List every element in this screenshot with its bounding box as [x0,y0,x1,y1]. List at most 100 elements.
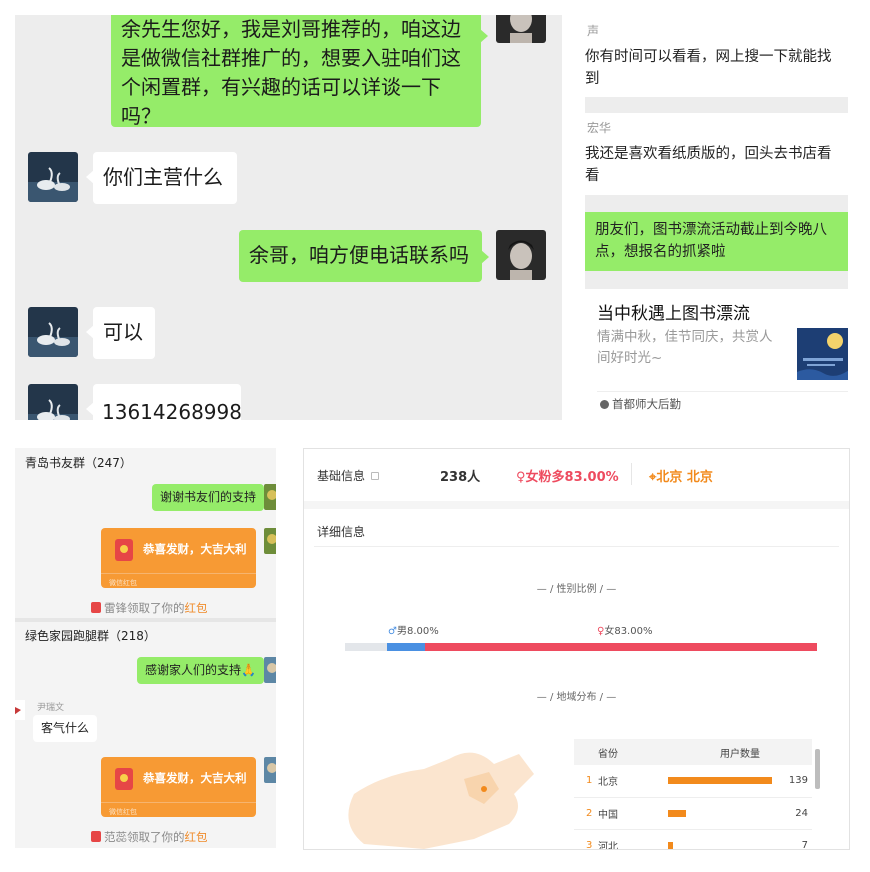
follower-count: 238人 [440,470,481,485]
my-avatar[interactable] [264,657,276,683]
column-header-users: 用户数量 [720,748,760,760]
table-row[interactable]: 2 中国 24 [574,797,812,829]
female-ratio-badge: ♀女粉多83.00% [516,466,619,485]
announcement-line: 点，想报名的抓紧啦 [595,244,726,260]
announcement-line: 朋友们，图书漂流活动截止到今晚八 [595,222,827,238]
row-bar-track [668,777,772,785]
gender-ratio-bar [345,643,817,651]
column-header-province: 省份 [598,748,618,760]
article-title: 当中秋遇上图书漂流 [597,304,750,324]
red-packet-icon [115,768,133,790]
chat-message-incoming[interactable]: 13614268998 [86,384,242,420]
fan-stats-panel: 基础信息 238人 ♀女粉多83.00% ⌖北京 北京 详细信息 — / 性别比… [303,448,850,850]
row-province: 北京 [598,777,618,789]
message-text: 13614268998 [102,400,242,420]
female-ratio-text: 女粉多83.00% [525,470,619,485]
chat-message-outgoing[interactable]: 谢谢书友们的支持 [152,484,265,511]
article-source[interactable]: 首都师大后勤 [600,396,681,412]
my-avatar[interactable] [264,757,276,783]
row-value-bar [668,841,674,849]
row-value: 139 [788,775,808,787]
row-value: 7 [801,839,808,850]
chat-message-outgoing[interactable]: 感谢家人们的支持🙏 [137,657,264,684]
china-map [324,734,574,849]
group-header[interactable]: 绿色家园跑腿群（218） [15,621,276,649]
message-text: 可以 [103,320,143,344]
red-packet[interactable]: 恭喜发财，大吉大利 微信红包 [101,757,256,817]
article-thumbnail[interactable] [797,328,848,380]
red-packet[interactable]: 恭喜发财，大吉大利 微信红包 [101,528,256,588]
chat-message-outgoing[interactable]: 余哥，咱方便电话联系吗 [239,230,489,282]
my-avatar[interactable] [496,15,546,43]
group-title: 绿色家园跑腿群（218） [25,629,156,643]
chat-message-incoming[interactable]: 你们主营什么 [86,152,237,204]
row-bar-track [668,809,772,817]
red-packet-icon [91,602,101,613]
contact-avatar[interactable] [28,152,78,202]
announcement-card[interactable]: 朋友们，图书漂流活动截止到今晚八 点，想报名的抓紧啦 [585,212,848,271]
comment-line: 你有时间可以看看，网上搜一下就能找 [585,49,832,65]
red-packet-notice: 范蕊领取了你的红包 [91,829,208,845]
article-description: 情满中秋，佳节同庆，共赏人 间好时光~ [597,327,773,369]
message-line: 余先生您好，我是刘哥推荐的，咱这边 [121,17,461,41]
message-text: 谢谢书友们的支持 [160,490,257,504]
male-legend: ♂男8.00% [388,622,439,637]
message-text: 你们主营什么 [103,165,223,189]
female-icon: ♀ [516,470,526,485]
message-line: 吗？ [121,104,161,128]
comment-line: 我还是喜欢看纸质版的，回头去书店看 [585,146,832,162]
message-text: 感谢家人们的支持🙏 [145,663,256,677]
red-packet-notice: 雷锋领取了你的红包 [91,600,208,616]
comment-card[interactable]: 宏华 我还是喜欢看纸质版的，回头去书店看 看 [585,113,848,195]
sender-avatar[interactable] [15,700,25,720]
male-icon: ♂ [388,626,397,637]
group-title: 青岛书友群（247） [25,456,132,470]
source-icon [600,400,609,409]
row-rank: 2 [586,807,593,819]
my-avatar[interactable] [496,230,546,280]
row-value-bar [668,777,772,785]
section-band [304,501,849,509]
comment-line: 到 [585,71,600,87]
comment-author: 宏华 [587,121,612,135]
female-segment [425,643,817,651]
region-table: 省份 用户数量 1 北京 139 2 中国 24 3 河北 7 [574,739,812,850]
row-province: 中国 [598,809,618,821]
contact-avatar[interactable] [28,307,78,357]
contact-avatar[interactable] [28,384,78,420]
notice-link[interactable]: 红包 [185,830,208,844]
chat-message-outgoing[interactable]: 余先生您好，我是刘哥推荐的，咱这边 是做微信社群推广的，想要入驻咱们这 个闲置群… [111,15,488,128]
table-row[interactable]: 3 河北 7 [574,829,812,850]
group-header[interactable]: 青岛书友群（247） [15,448,276,476]
row-value-bar [668,809,686,817]
my-avatar[interactable] [264,528,276,554]
comment-card[interactable]: 声 你有时间可以看看，网上搜一下就能找 到 [585,15,848,97]
row-rank: 3 [586,839,593,850]
comment-text: 你有时间可以看看，网上搜一下就能找 到 [585,46,832,90]
male-ratio-label: 男8.00% [396,626,439,637]
chat-message-incoming[interactable]: 可以 [86,307,155,359]
red-packet-label: 微信红包 [109,808,137,816]
moments-feed: 声 你有时间可以看看，网上搜一下就能找 到 宏华 我还是喜欢看纸质版的，回头去书… [585,15,848,420]
article-source-name: 首都师大后勤 [612,397,681,411]
red-packet-divider [101,573,256,574]
region-section-title: — / 地域分布 / — [536,692,617,703]
chat-message-incoming[interactable]: 客气什么 [33,715,98,742]
table-row[interactable]: 1 北京 139 [574,765,812,797]
article-card[interactable]: 当中秋遇上图书漂流 情满中秋，佳节同庆，共赏人 间好时光~ 首都师大后勤 [585,289,848,420]
message-line: 是做微信社群推广的，想要入驻咱们这 [121,46,461,70]
notice-text: 雷锋领取了你的 [104,601,185,615]
chat-window: 余先生您好，我是刘哥推荐的，咱这边 是做微信社群推广的，想要入驻咱们这 个闲置群… [15,15,562,420]
article-desc-line: 间好时光~ [597,350,663,366]
table-scrollbar[interactable] [815,749,820,789]
info-icon[interactable] [370,472,379,480]
row-rank: 1 [586,775,593,787]
row-province: 河北 [598,841,618,850]
female-legend: ♀女83.00% [597,622,652,637]
notice-link[interactable]: 红包 [185,601,208,615]
row-bar-track [668,841,772,849]
red-packet-label: 微信红包 [109,579,137,587]
detail-info-title: 详细信息 [317,525,366,539]
my-avatar[interactable] [264,484,276,510]
red-packet-icon [91,831,101,842]
